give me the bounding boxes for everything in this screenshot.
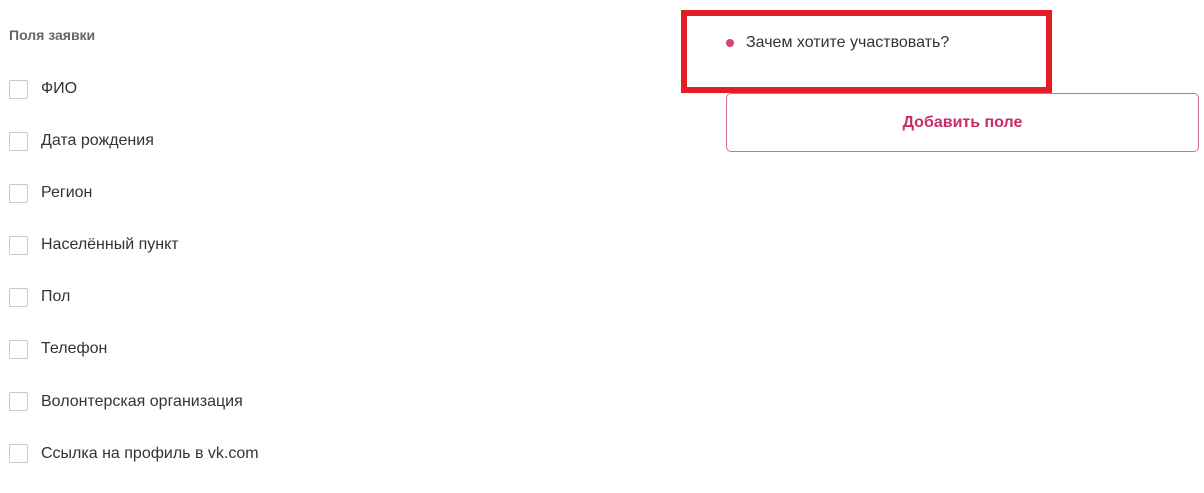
checkbox-icon[interactable] <box>9 392 28 412</box>
field-item-region[interactable]: Регион <box>9 180 259 206</box>
field-item-fio[interactable]: ФИО <box>9 76 259 102</box>
application-field-list: ФИО Дата рождения Регион Населённый пунк… <box>9 76 259 493</box>
checkbox-icon[interactable] <box>9 131 28 151</box>
checkbox-icon[interactable] <box>9 287 28 307</box>
field-label: Дата рождения <box>41 132 154 150</box>
field-label: Волонтерская организация <box>41 392 243 410</box>
add-field-button[interactable]: Добавить поле <box>726 93 1199 152</box>
field-item-gender[interactable]: Пол <box>9 284 259 310</box>
checkbox-icon[interactable] <box>9 339 28 359</box>
checkbox-icon[interactable] <box>9 235 28 255</box>
section-title: Поля заявки <box>9 27 96 43</box>
custom-field-label: Зачем хотите участвовать? <box>746 34 950 51</box>
field-item-birth-date[interactable]: Дата рождения <box>9 128 259 154</box>
custom-field-item: Зачем хотите участвовать? <box>726 34 949 52</box>
checkbox-icon[interactable] <box>9 79 28 99</box>
field-item-phone[interactable]: Телефон <box>9 336 259 362</box>
bullet-icon <box>726 39 734 47</box>
field-label: Регион <box>41 184 93 202</box>
field-item-volunteer-organization[interactable]: Волонтерская организация <box>9 389 259 415</box>
field-label: Телефон <box>41 340 108 358</box>
field-item-settlement[interactable]: Населённый пункт <box>9 232 259 258</box>
checkbox-icon[interactable] <box>9 444 28 464</box>
field-label: ФИО <box>41 80 78 97</box>
checkbox-icon[interactable] <box>9 183 28 203</box>
field-label: Пол <box>41 288 71 306</box>
field-item-vk-profile-link[interactable]: Ссылка на профиль в vk.com <box>9 441 259 467</box>
field-label: Населённый пункт <box>41 236 179 254</box>
field-label: Ссылка на профиль в vk.com <box>41 444 259 462</box>
